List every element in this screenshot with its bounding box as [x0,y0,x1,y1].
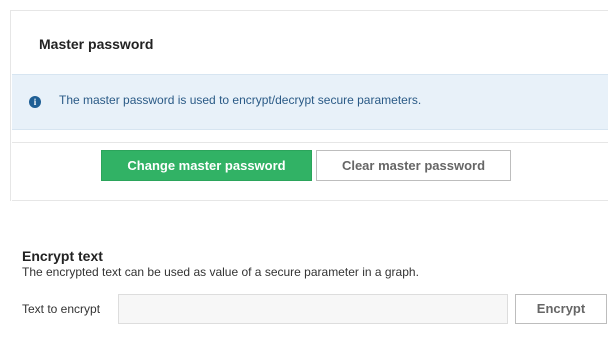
encrypt-text-heading: Encrypt text [22,248,103,264]
text-to-encrypt-label: Text to encrypt [22,302,101,316]
info-bar: i The master password is used to encrypt… [12,74,608,130]
change-master-password-button[interactable]: Change master password [101,150,312,181]
encrypt-button[interactable]: Encrypt [515,294,607,324]
clear-master-password-button[interactable]: Clear master password [316,150,511,181]
text-to-encrypt-input[interactable] [118,294,508,324]
info-message: The master password is used to encrypt/d… [59,93,422,107]
encrypt-text-description: The encrypted text can be used as value … [22,265,419,279]
settings-page: Master password i The master password is… [0,0,608,353]
panel-divider-top [12,142,608,143]
info-circle-icon: i [29,96,41,108]
panel-divider-bottom [12,200,608,201]
master-password-title: Master password [39,36,154,52]
